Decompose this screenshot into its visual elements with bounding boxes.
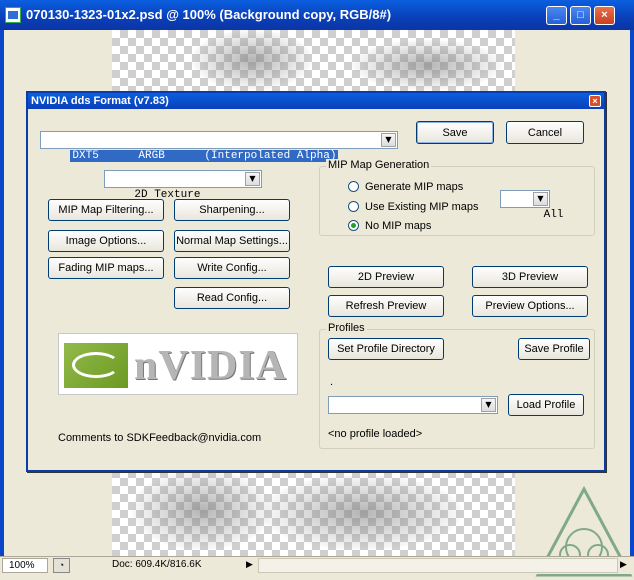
zoom-level-field[interactable]: 100% <box>2 558 48 573</box>
dialog-title: NVIDIA dds Format (v7.83) <box>31 95 169 107</box>
maximize-button[interactable]: □ <box>570 6 591 25</box>
profiles-group: Profiles Set Profile Directory Save Prof… <box>319 322 595 449</box>
refresh-preview-button[interactable]: Refresh Preview <box>328 295 444 317</box>
horizontal-scrollbar[interactable] <box>258 558 618 573</box>
document-size-readout: Doc: 609.4K/816.6K <box>112 559 202 570</box>
preview-options-button[interactable]: Preview Options... <box>472 295 588 317</box>
canvas-artwork <box>132 470 272 550</box>
canvas-artwork <box>352 40 502 90</box>
generate-mip-maps-radio[interactable]: Generate MIP maps <box>348 181 463 193</box>
read-config-button[interactable]: Read Config... <box>174 287 290 309</box>
chevron-down-icon[interactable]: ▼ <box>481 398 496 412</box>
dialog-title-bar[interactable]: NVIDIA dds Format (v7.83) × <box>28 93 604 109</box>
sharpening-button[interactable]: Sharpening... <box>174 199 290 221</box>
nvidia-wordmark: nVIDIA <box>134 343 288 389</box>
mip-map-generation-group: MIP Map Generation Generate MIP maps Use… <box>319 159 595 236</box>
profile-select[interactable]: ▼ <box>328 396 498 414</box>
nvidia-dds-dialog: NVIDIA dds Format (v7.83) × DXT5 ARGB (I… <box>26 91 606 472</box>
status-menu-arrow-icon[interactable]: ▶ <box>246 559 253 570</box>
use-existing-mip-maps-radio[interactable]: Use Existing MIP maps <box>348 201 479 213</box>
mip-map-filtering-button[interactable]: MIP Map Filtering... <box>48 199 164 221</box>
dialog-close-button[interactable]: × <box>589 95 601 107</box>
no-mip-maps-radio[interactable]: No MIP maps <box>348 220 431 232</box>
profile-directory-path: . <box>330 376 334 388</box>
format-select[interactable]: DXT5 ARGB (Interpolated Alpha) ▼ <box>40 131 398 162</box>
close-window-button[interactable]: × <box>594 6 615 25</box>
radio-icon[interactable] <box>348 201 359 212</box>
image-options-button[interactable]: Image Options... <box>48 230 164 252</box>
mip-map-generation-legend: MIP Map Generation <box>326 159 432 171</box>
format-select-value: DXT5 ARGB (Interpolated Alpha) <box>70 150 339 162</box>
save-profile-button[interactable]: Save Profile <box>518 338 590 360</box>
mip-count-select[interactable]: All ▼ <box>500 190 563 221</box>
save-button[interactable]: Save <box>416 121 494 144</box>
chevron-down-icon[interactable]: ▼ <box>533 192 548 206</box>
cancel-button[interactable]: Cancel <box>506 121 584 144</box>
document-title-bar[interactable]: 070130-1323-01x2.psd @ 100% (Background … <box>0 0 634 30</box>
scroll-right-arrow-icon[interactable]: ▶ <box>620 559 627 570</box>
write-config-button[interactable]: Write Config... <box>174 257 290 279</box>
canvas-artwork <box>192 30 312 90</box>
minimize-button[interactable]: _ <box>546 6 567 25</box>
comments-text: Comments to SDKFeedback@nvidia.com <box>58 432 262 444</box>
chevron-down-icon[interactable]: ▼ <box>381 133 396 147</box>
photoshop-document-icon <box>5 7 21 23</box>
profile-status: <no profile loaded> <box>328 428 423 440</box>
normal-map-settings-button[interactable]: Normal Map Settings... <box>174 230 290 252</box>
status-bar: 100% ◔ Doc: 609.4K/816.6K ▶ ▶ <box>0 556 634 574</box>
canvas-artwork <box>262 475 462 550</box>
use-existing-mip-maps-label: Use Existing MIP maps <box>365 201 479 213</box>
radio-selected-icon[interactable] <box>348 220 359 231</box>
profiles-legend: Profiles <box>326 322 367 334</box>
fading-mip-maps-button[interactable]: Fading MIP maps... <box>48 257 164 279</box>
radio-icon[interactable] <box>348 181 359 192</box>
mip-count-value: All <box>543 209 564 221</box>
set-profile-directory-button[interactable]: Set Profile Directory <box>328 338 444 360</box>
texture-type-select[interactable]: 2D Texture ▼ <box>104 170 262 201</box>
3d-preview-button[interactable]: 3D Preview <box>472 266 588 288</box>
nvidia-logo: nVIDIA <box>58 333 298 395</box>
navigator-icon[interactable]: ◔ <box>53 558 70 573</box>
nvidia-eye-icon <box>64 343 128 388</box>
document-title: 070130-1323-01x2.psd @ 100% (Background … <box>26 7 392 22</box>
no-mip-maps-label: No MIP maps <box>365 220 432 232</box>
chevron-down-icon[interactable]: ▼ <box>245 172 260 186</box>
generate-mip-maps-label: Generate MIP maps <box>365 181 464 193</box>
load-profile-button[interactable]: Load Profile <box>508 394 584 416</box>
2d-preview-button[interactable]: 2D Preview <box>328 266 444 288</box>
